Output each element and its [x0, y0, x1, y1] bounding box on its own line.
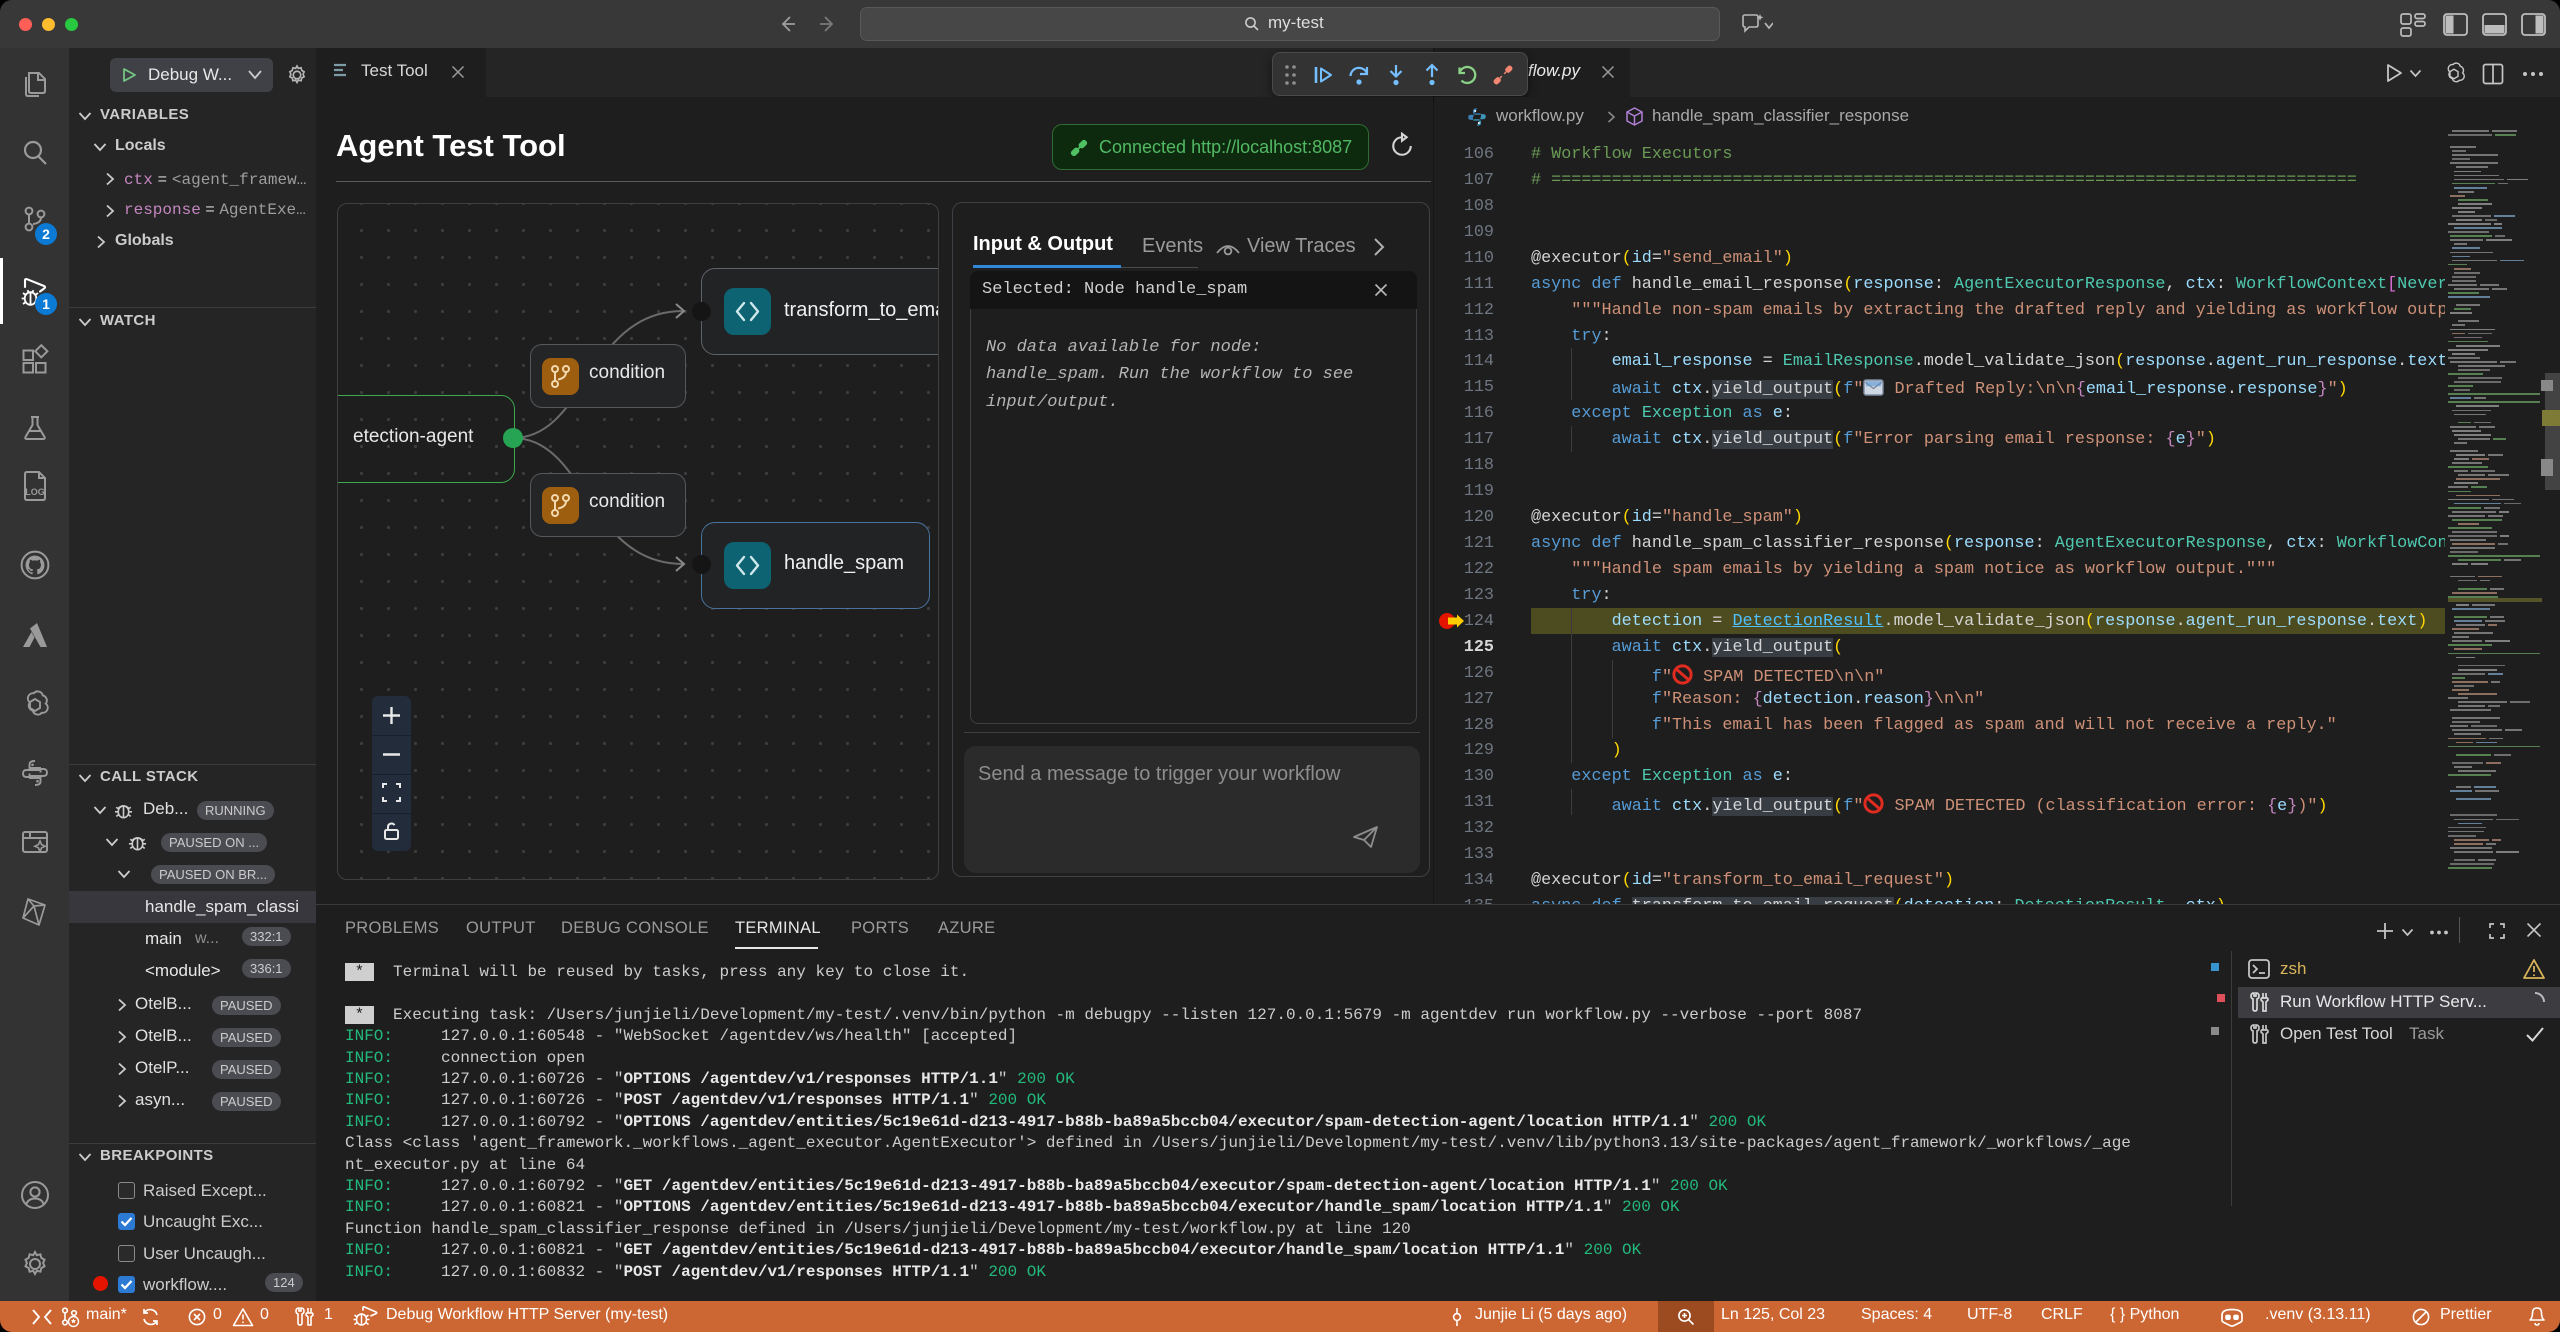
svg-text:LOG: LOG — [25, 487, 45, 497]
